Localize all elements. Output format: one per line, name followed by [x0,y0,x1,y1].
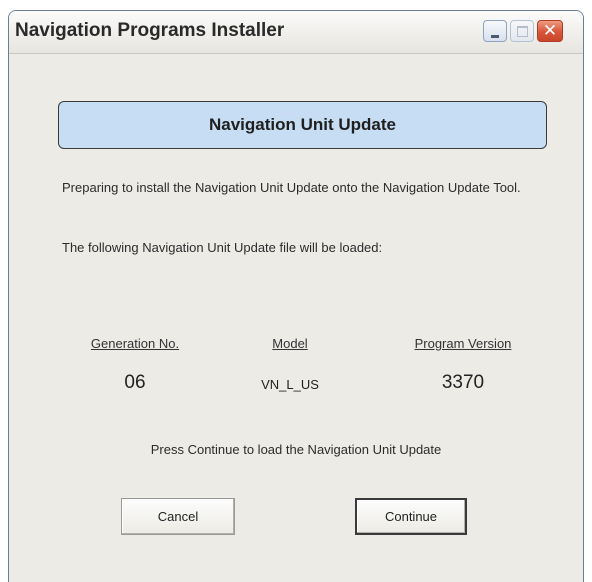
following-message: The following Navigation Unit Update fil… [62,240,383,255]
title-bar[interactable]: Navigation Programs Installer ✕ [9,11,583,54]
window-title: Navigation Programs Installer [15,20,285,41]
press-continue-message: Press Continue to load the Navigation Un… [150,442,442,457]
dialog-content: Navigation Unit Update Preparing to inst… [9,54,583,582]
close-icon: ✕ [542,21,558,40]
maximize-button[interactable] [510,20,534,42]
update-banner: Navigation Unit Update [58,101,547,149]
generation-value: 06 [124,372,146,393]
close-button[interactable]: ✕ [537,20,563,42]
model-header: Model [272,336,308,351]
program-version-header: Program Version [414,336,512,351]
model-value: VN_L_US [261,377,319,392]
maximize-icon [517,26,528,37]
minimize-button[interactable] [483,20,507,42]
cancel-button[interactable]: Cancel [121,498,235,535]
preparing-message: Preparing to install the Navigation Unit… [62,180,521,195]
generation-header: Generation No. [90,336,180,351]
continue-button[interactable]: Continue [355,498,467,535]
minimize-icon [491,35,499,38]
program-version-value: 3370 [441,372,485,393]
installer-window: Navigation Programs Installer ✕ Navigati… [8,10,584,582]
